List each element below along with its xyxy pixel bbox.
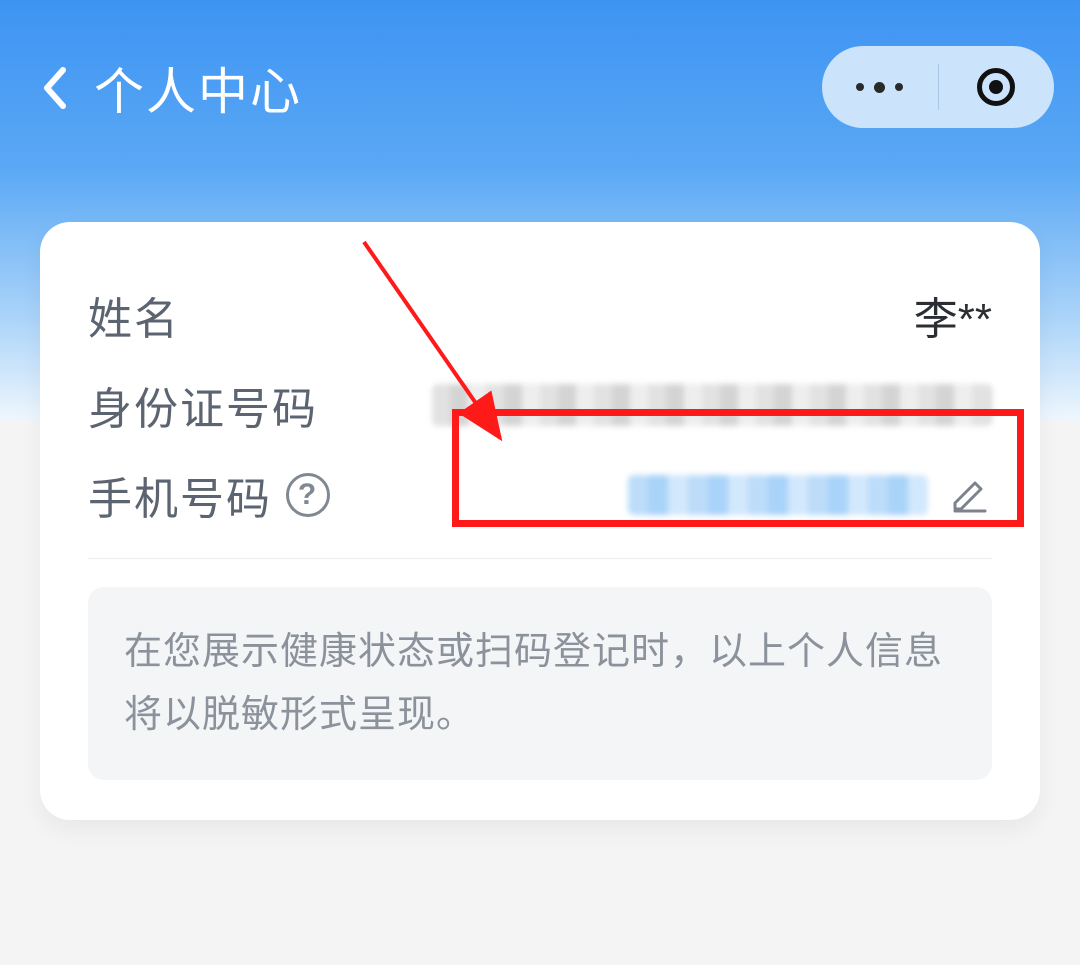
- profile-card: 姓名 李** 身份证号码 手机号码 ? 在您展示健康状态或扫码登记时，以上个人信…: [40, 222, 1040, 820]
- divider: [88, 558, 992, 559]
- row-id: 身份证号码: [88, 360, 992, 450]
- notice-text: 在您展示健康状态或扫码登记时，以上个人信息将以脱敏形式呈现。: [88, 587, 992, 780]
- capsule-menu-button[interactable]: [822, 46, 938, 128]
- row-name-value: 李**: [914, 283, 992, 347]
- row-phone-label: 手机号码: [88, 463, 272, 527]
- row-name-label: 姓名: [88, 283, 180, 347]
- page-title: 个人中心: [94, 52, 302, 124]
- dots-icon: [856, 83, 864, 91]
- row-id-label: 身份证号码: [88, 373, 318, 437]
- row-phone: 手机号码 ?: [88, 450, 992, 540]
- back-icon[interactable]: [34, 68, 74, 108]
- row-id-value: [432, 384, 992, 426]
- capsule-close-button[interactable]: [939, 46, 1055, 128]
- miniprogram-capsule: [822, 46, 1054, 128]
- row-name: 姓名 李**: [88, 270, 992, 360]
- id-masked-value: [432, 384, 992, 426]
- edit-phone-button[interactable]: [946, 472, 992, 518]
- dots-icon: [895, 83, 903, 91]
- target-icon: [977, 68, 1015, 106]
- dots-icon: [874, 82, 885, 93]
- pencil-icon: [947, 473, 991, 517]
- help-icon[interactable]: ?: [286, 473, 330, 517]
- phone-masked-value: [628, 475, 928, 515]
